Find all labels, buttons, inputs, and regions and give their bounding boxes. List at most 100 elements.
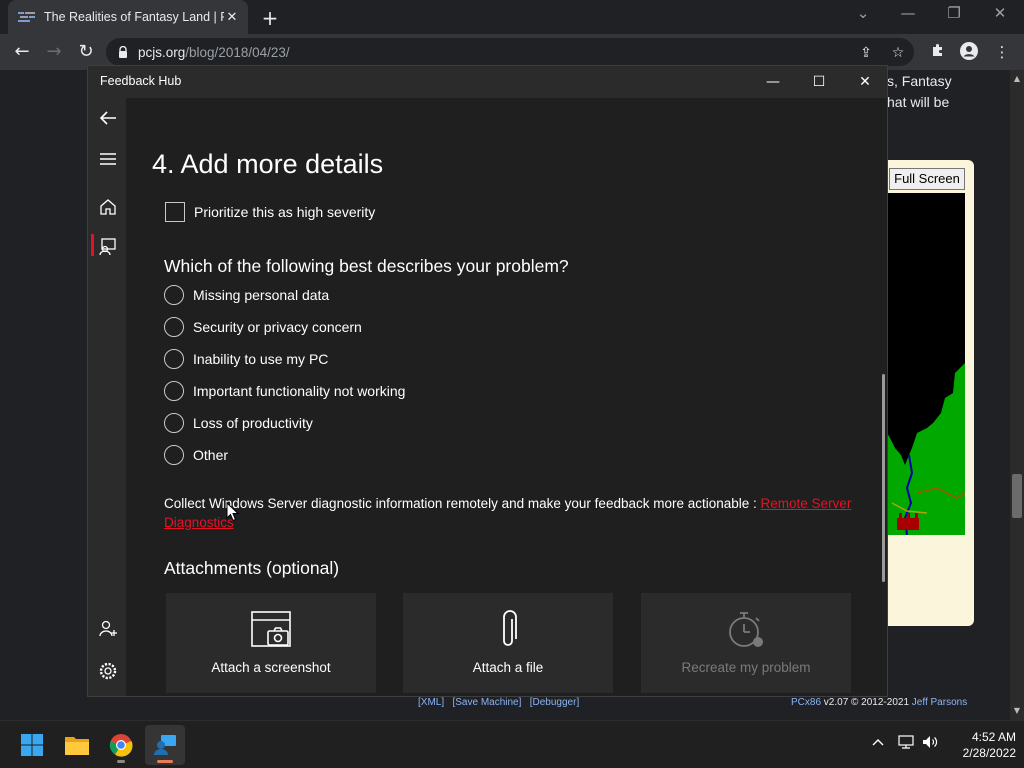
browser-menu-icon[interactable]: ⋮ — [992, 42, 1012, 62]
recreate-problem-button[interactable]: Recreate my problem — [641, 593, 851, 693]
scroll-down-arrow-icon[interactable]: ▼ — [1010, 706, 1024, 715]
radio-button[interactable] — [164, 317, 184, 337]
back-arrow-icon[interactable]: ← — [10, 40, 34, 64]
forward-arrow-icon[interactable]: → — [42, 40, 66, 64]
section-title: 4. Add more details — [152, 149, 384, 179]
stopwatch-icon — [729, 612, 763, 647]
attach-screenshot-label: Attach a screenshot — [211, 660, 331, 675]
share-icon[interactable]: ⇪ — [858, 45, 874, 61]
feedback-form-content[interactable]: 4. Add more details Prioritize this as h… — [126, 98, 887, 696]
full-screen-button[interactable]: Full Screen — [889, 168, 965, 190]
radio-option[interactable]: Loss of productivity — [164, 413, 313, 433]
home-icon[interactable] — [97, 196, 119, 218]
radio-option[interactable]: Important functionality not working — [164, 381, 405, 401]
screenshot-camera-icon — [251, 611, 291, 647]
radio-button[interactable] — [164, 349, 184, 369]
pcjs-favicon-icon — [18, 12, 35, 22]
windows-logo-icon — [21, 734, 43, 756]
attach-file-button[interactable]: Attach a file — [403, 593, 613, 693]
url-path: /blog/2018/04/23/ — [185, 44, 290, 60]
settings-gear-icon[interactable] — [97, 660, 119, 682]
article-text-fragment: s, Fantasy — [887, 73, 952, 89]
radio-button[interactable] — [164, 285, 184, 305]
profile-avatar-icon[interactable] — [959, 42, 979, 62]
chrome-button[interactable] — [101, 725, 141, 765]
page-scrollbar[interactable]: ▲ ▼ — [1010, 70, 1024, 720]
tab-search-chevron-icon[interactable]: ⌄ — [851, 4, 875, 22]
emulator-links: [XML] [Save Machine] [Debugger] — [418, 697, 579, 708]
content-scrollbar[interactable] — [882, 374, 885, 582]
close-button[interactable]: ✕ — [853, 70, 877, 94]
browser-tab[interactable]: The Realities of Fantasy Land | PC ✕ — [8, 0, 248, 34]
reload-icon[interactable]: ↻ — [74, 40, 98, 64]
radio-option-label: Important functionality not working — [193, 383, 406, 399]
credit-text: v2.07 © 2012-2021 — [821, 697, 912, 708]
feedback-hub-titlebar[interactable]: Feedback Hub — ☐ ✕ — [88, 66, 887, 98]
high-severity-label: Prioritize this as high severity — [194, 204, 376, 220]
show-hidden-icons-chevron-icon[interactable] — [868, 735, 888, 755]
debugger-link[interactable]: [Debugger] — [530, 697, 579, 708]
radio-option[interactable]: Missing personal data — [164, 285, 329, 305]
attach-screenshot-button[interactable]: Attach a screenshot — [166, 593, 376, 693]
lock-icon — [119, 46, 127, 58]
page-scrollbar-thumb[interactable] — [1012, 474, 1022, 518]
author-link[interactable]: Jeff Parsons — [912, 697, 967, 708]
save-machine-link[interactable]: [Save Machine] — [452, 697, 521, 708]
feedback-icon[interactable] — [97, 235, 119, 257]
radio-option-label: Loss of productivity — [193, 415, 313, 431]
emulator-map-image — [887, 363, 965, 535]
tab-close-icon[interactable]: ✕ — [224, 10, 240, 25]
radio-option[interactable]: Inability to use my PC — [164, 349, 328, 369]
problem-question: Which of the following best describes yo… — [164, 256, 569, 276]
folder-icon — [65, 737, 89, 755]
bookmark-star-icon[interactable]: ☆ — [890, 45, 906, 61]
start-button[interactable] — [12, 725, 52, 765]
diagnostic-info-text: Collect Windows Server diagnostic inform… — [164, 494, 864, 532]
hamburger-menu-icon[interactable] — [97, 148, 119, 170]
recreate-problem-label: Recreate my problem — [681, 660, 811, 675]
running-indicator — [117, 760, 125, 763]
new-tab-button[interactable]: + — [259, 6, 281, 30]
address-bar[interactable]: pcjs.org/blog/2018/04/23/ ⇪ ☆ — [106, 38, 914, 66]
clock-time: 4:52 AM — [971, 730, 1016, 744]
radio-button[interactable] — [164, 413, 184, 433]
system-clock[interactable]: 4:52 AM 2/28/2022 — [946, 729, 1016, 761]
active-indicator — [157, 760, 173, 763]
extensions-puzzle-icon[interactable] — [928, 42, 948, 62]
browser-tabstrip: The Realities of Fantasy Land | PC ✕ + ⌄… — [0, 0, 1024, 34]
feedback-hub-window: Feedback Hub — ☐ ✕ 4. Add more details P… — [87, 65, 888, 697]
diagnostic-description: Collect Windows Server diagnostic inform… — [164, 496, 761, 511]
clock-date: 2/28/2022 — [962, 746, 1016, 760]
volume-speaker-icon[interactable] — [920, 735, 940, 755]
high-severity-checkbox-row[interactable]: Prioritize this as high severity — [165, 202, 375, 222]
radio-option-label: Other — [193, 447, 229, 463]
emulator-credit: PCx86 v2.07 © 2012-2021 Jeff Parsons — [791, 697, 967, 708]
minimize-button[interactable]: — — [761, 70, 785, 94]
high-severity-checkbox[interactable] — [165, 202, 185, 222]
xml-link[interactable]: [XML] — [418, 697, 444, 708]
feedback-hub-taskbar-button[interactable] — [145, 725, 185, 765]
browser-restore-button[interactable]: ❐ — [942, 4, 966, 22]
pcx86-link[interactable]: PCx86 — [791, 697, 821, 708]
emulator-screen[interactable] — [887, 193, 965, 535]
network-icon[interactable] — [896, 735, 916, 755]
radio-option-label: Security or privacy concern — [193, 319, 362, 335]
radio-option[interactable]: Security or privacy concern — [164, 317, 362, 337]
tab-title: The Realities of Fantasy Land | PC — [44, 10, 224, 24]
scroll-up-arrow-icon[interactable]: ▲ — [1010, 74, 1024, 83]
radio-option-label: Missing personal data — [193, 287, 330, 303]
window-title: Feedback Hub — [100, 74, 182, 88]
feedback-hub-sidebar — [88, 98, 126, 696]
attachments-title: Attachments (optional) — [164, 558, 340, 578]
browser-minimize-button[interactable]: — — [896, 4, 920, 22]
article-text-fragment: hat will be — [887, 94, 950, 110]
url-host: pcjs.org — [138, 44, 186, 60]
radio-button[interactable] — [164, 381, 184, 401]
file-explorer-button[interactable] — [57, 725, 97, 765]
radio-button[interactable] — [164, 445, 184, 465]
maximize-button[interactable]: ☐ — [807, 70, 831, 94]
back-arrow-icon[interactable] — [97, 107, 119, 129]
user-add-icon[interactable] — [97, 618, 119, 640]
radio-option[interactable]: Other — [164, 445, 228, 465]
browser-close-button[interactable]: ✕ — [988, 4, 1012, 22]
